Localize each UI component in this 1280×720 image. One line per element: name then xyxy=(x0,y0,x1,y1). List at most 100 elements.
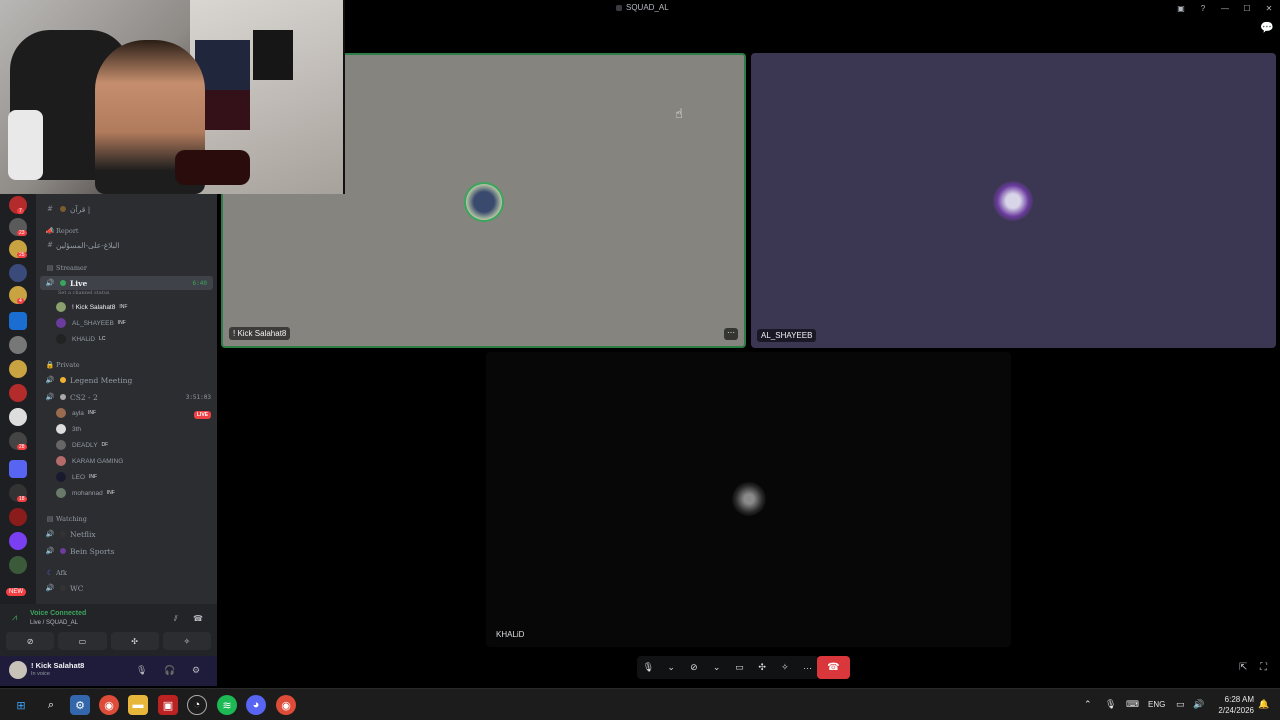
webcam-overlay xyxy=(0,0,345,194)
video-tile-al-shayeeb[interactable]: AL_SHAYEEB xyxy=(751,53,1276,348)
spotify-icon[interactable]: ≋ xyxy=(217,695,237,715)
channel-quran[interactable]: # قرآن | xyxy=(36,202,217,216)
chrome-icon[interactable]: ◉ xyxy=(276,695,296,715)
maximize-button[interactable]: ☐ xyxy=(1236,4,1258,13)
speaker-icon: 🔊 xyxy=(45,393,55,401)
category-afk[interactable]: ☾ Afk xyxy=(36,566,217,580)
voice-user[interactable]: AL_SHAYEEB INF xyxy=(56,316,126,330)
category-private[interactable]: 🔒 Private xyxy=(36,358,217,372)
video-tile-khalid[interactable]: KHALiD xyxy=(486,352,1011,647)
hashtag-icon: # xyxy=(47,205,53,213)
category-report[interactable]: 📣 Report xyxy=(36,224,217,238)
settings-app-icon[interactable]: ⚙ xyxy=(70,695,90,715)
tile-name: ! Kick Salahat8 xyxy=(229,327,291,340)
soundboard-button[interactable]: ✧ xyxy=(774,662,797,673)
watching-icon: ▤ xyxy=(46,515,54,523)
voice-user[interactable]: 3th xyxy=(56,422,81,436)
fullscreen-icon[interactable]: ⛶ xyxy=(1260,662,1267,673)
server-icon[interactable] xyxy=(9,532,27,550)
server-icon[interactable] xyxy=(9,460,27,478)
mute-button[interactable]: 🎙 xyxy=(637,662,660,673)
notification-bell-icon[interactable]: 🔔 xyxy=(1258,699,1269,710)
tile-name: KHALiD xyxy=(496,630,525,639)
voice-user[interactable]: ayla INF xyxy=(56,406,96,420)
voice-user[interactable]: KARAM GAMING xyxy=(56,454,123,468)
language-indicator[interactable]: ENG xyxy=(1148,700,1165,709)
close-button[interactable]: ✕ xyxy=(1258,4,1280,13)
server-icon[interactable] xyxy=(9,508,27,526)
username[interactable]: ! Kick Salahat8 xyxy=(31,661,84,670)
voice-user[interactable]: LEO INF xyxy=(56,470,97,484)
channel-emoji-icon xyxy=(60,548,66,554)
app-icon[interactable]: ◔ xyxy=(187,695,207,715)
user-status: In voice xyxy=(31,671,50,677)
avatar xyxy=(56,488,66,498)
avatar xyxy=(993,181,1033,221)
discord-icon[interactable]: ◕ xyxy=(246,695,266,715)
volume-icon[interactable]: 🔊 xyxy=(1193,699,1204,710)
chrome-icon[interactable]: ◉ xyxy=(99,695,119,715)
activities-button[interactable]: ✣ xyxy=(110,632,159,650)
voice-user[interactable]: KHALiD LC xyxy=(56,332,106,346)
screen-share-button[interactable]: ▭ xyxy=(58,632,107,650)
channel-status[interactable]: Set a channel status xyxy=(58,290,110,296)
server-icon[interactable] xyxy=(9,360,27,378)
camera-off-button[interactable]: ⊘ xyxy=(6,632,55,650)
channel-report[interactable]: # البلاغ-على-المسؤلين xyxy=(36,238,217,252)
voice-user[interactable]: ! Kick Salahat8 INF xyxy=(56,300,127,314)
channel-emoji-icon xyxy=(60,585,66,591)
server-icon[interactable] xyxy=(9,556,27,574)
server-icon[interactable] xyxy=(9,264,27,282)
microphone-icon[interactable]: 🎙 xyxy=(1105,699,1116,710)
inbox-icon[interactable]: ▣ xyxy=(1170,4,1192,13)
settings-gear-icon[interactable]: ⚙ xyxy=(192,665,200,676)
chevron-down-icon[interactable]: ⌄ xyxy=(705,662,728,673)
channel-wc[interactable]: 🔊 WC xyxy=(36,581,217,595)
channel-emoji-icon xyxy=(60,531,66,537)
keyboard-icon[interactable]: ⌨ xyxy=(1126,699,1139,710)
voice-user[interactable]: mohannad INF xyxy=(56,486,115,500)
avatar[interactable] xyxy=(9,661,27,679)
window-controls: ▣ ? — ☐ ✕ xyxy=(1170,0,1280,16)
file-explorer-icon[interactable]: ▬ xyxy=(128,695,148,715)
voice-user[interactable]: DEADLY DF xyxy=(56,438,108,452)
channel-live[interactable]: 🔊 Live 6:40 xyxy=(40,276,213,290)
windows-start-icon[interactable]: ⊞ xyxy=(11,695,31,715)
avatar xyxy=(56,408,66,418)
more-options-button[interactable]: ··· xyxy=(724,328,738,340)
server-icon xyxy=(616,4,622,11)
soundboard-button[interactable]: ✧ xyxy=(162,632,211,650)
microphone-icon[interactable]: 🎙 xyxy=(136,665,147,676)
streaming-app-icon[interactable]: ▣ xyxy=(158,695,178,715)
headphones-icon[interactable]: 🎧 xyxy=(164,665,175,676)
chat-icon[interactable]: 💬 xyxy=(1260,21,1274,34)
server-icon[interactable] xyxy=(9,384,27,402)
chevron-up-icon[interactable]: ⌃ xyxy=(1084,699,1092,710)
channel-legend-meeting[interactable]: 🔊 Legend Meeting xyxy=(36,373,217,387)
clock[interactable]: 6:28 AM 2/24/2026 xyxy=(1212,694,1254,716)
category-watching[interactable]: ▤ Watching xyxy=(36,512,217,526)
help-icon[interactable]: ? xyxy=(1192,4,1214,13)
popout-icon[interactable]: ⇱ xyxy=(1239,662,1247,673)
disconnect-icon[interactable]: ☎ xyxy=(193,614,203,623)
category-streamer[interactable]: ▤ Streamer xyxy=(36,261,217,275)
screen-share-button[interactable]: ▭ xyxy=(728,662,751,673)
server-icon[interactable] xyxy=(9,336,27,354)
search-icon[interactable]: ⌕ xyxy=(41,695,61,715)
more-options-button[interactable]: ··· xyxy=(796,663,819,673)
channel-cs2[interactable]: 🔊 CS2 - 2 3:51:03 xyxy=(36,390,217,404)
network-icon[interactable]: ▭ xyxy=(1176,699,1185,710)
noise-suppression-icon[interactable]: ⫽ xyxy=(174,614,178,624)
chevron-down-icon[interactable]: ⌄ xyxy=(660,662,683,673)
server-icon[interactable] xyxy=(9,408,27,426)
voice-channel-link[interactable]: Live / SQUAD_AL xyxy=(30,620,78,626)
channel-bein-sports[interactable]: 🔊 Bein Sports xyxy=(36,544,217,558)
server-icon[interactable] xyxy=(9,312,27,330)
camera-button[interactable]: ⊘ xyxy=(683,662,706,673)
activities-button[interactable]: ✣ xyxy=(751,662,774,673)
voice-connected-panel: ⩘ Voice Connected Live / SQUAD_AL ⫽ ☎ ⊘ … xyxy=(0,604,217,656)
minimize-button[interactable]: — xyxy=(1214,4,1236,13)
signal-icon[interactable]: ⩘ xyxy=(12,612,17,623)
disconnect-button[interactable]: ☎ xyxy=(817,656,850,679)
channel-netflix[interactable]: 🔊 Netflix xyxy=(36,527,217,541)
